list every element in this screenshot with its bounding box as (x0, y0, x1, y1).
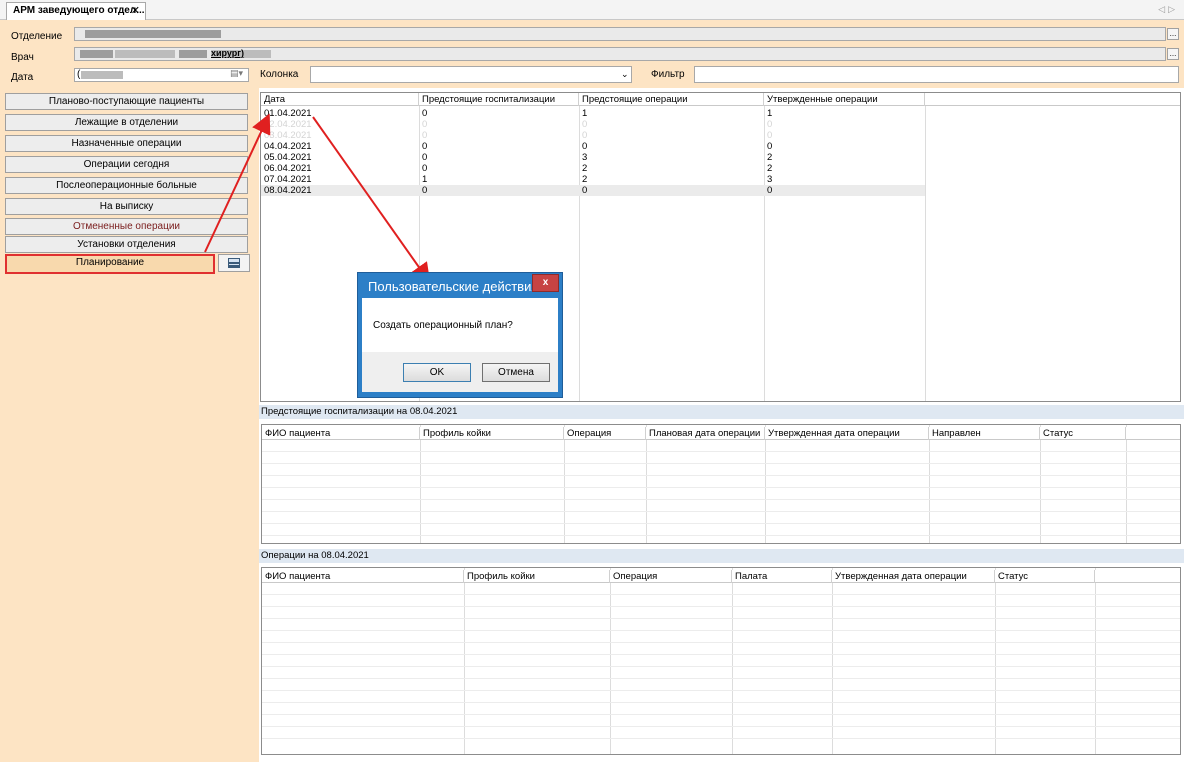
dialog-footer: OK Отмена (362, 352, 558, 392)
annotation-arrows (204, 113, 431, 284)
annotation-arrow (204, 113, 271, 253)
dialog-message: Создать операционный план? (373, 320, 513, 331)
ok-button[interactable]: OK (403, 363, 471, 382)
dialog-body: Создать операционный план? (362, 298, 558, 352)
annotation-arrow (312, 116, 431, 284)
close-icon[interactable]: x (532, 274, 559, 292)
cancel-button[interactable]: Отмена (482, 363, 550, 382)
dialog-title: Пользовательские действия (368, 279, 539, 294)
user-actions-dialog: Пользовательские действия x Создать опер… (357, 272, 563, 398)
